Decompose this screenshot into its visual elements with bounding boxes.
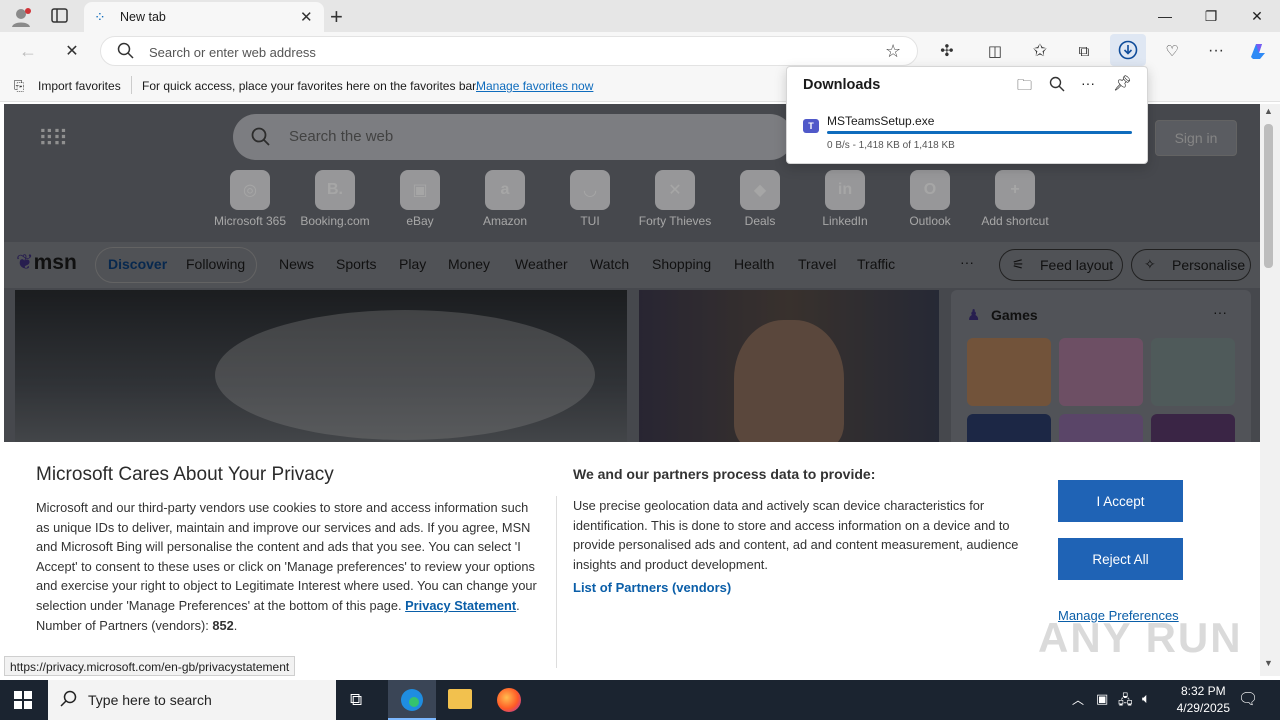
- import-favorites-button[interactable]: Import favorites: [38, 79, 121, 93]
- tab-actions-icon[interactable]: [50, 7, 70, 25]
- volume-icon[interactable]: 🔈︎: [1142, 690, 1150, 707]
- extensions-icon[interactable]: ✣: [935, 39, 959, 63]
- split-screen-icon[interactable]: ◫: [983, 39, 1007, 63]
- reject-all-button[interactable]: Reject All: [1058, 538, 1183, 580]
- taskbar: Type here to search ⧉ ︿ ▣ 🖧 🔈︎ 8:32 PM 4…: [0, 680, 1280, 720]
- minimize-button[interactable]: —: [1142, 0, 1188, 32]
- privacy-consent-banner: Microsoft Cares About Your Privacy Micro…: [4, 442, 1260, 676]
- partners-list-link[interactable]: List of Partners (vendors): [573, 580, 731, 595]
- title-bar: ⁘ New tab ✕ + — ❐ ✕: [0, 0, 1280, 32]
- network-icon[interactable]: 🖧: [1118, 691, 1133, 713]
- restore-button[interactable]: ❐: [1188, 0, 1234, 32]
- partners-count: 852: [212, 617, 234, 633]
- more-menu-icon[interactable]: ···: [1204, 39, 1228, 63]
- anyrun-watermark: ANY RUN: [1038, 614, 1243, 662]
- taskbar-search-icon: [60, 690, 78, 711]
- downloads-title: Downloads: [803, 77, 881, 93]
- privacy-body: Microsoft and our third-party vendors us…: [36, 500, 537, 633]
- favorites-divider: [131, 76, 132, 94]
- downloads-more-icon[interactable]: ···: [1081, 75, 1095, 91]
- watermark-text: ANY RUN: [1038, 614, 1243, 661]
- tab-title: New tab: [120, 10, 166, 24]
- back-icon[interactable]: ←: [16, 39, 40, 63]
- stop-loading-icon[interactable]: ✕: [60, 39, 84, 63]
- file-explorer-icon[interactable]: [448, 689, 472, 709]
- partners-count-label: Number of Partners (vendors):: [36, 617, 209, 633]
- data-purposes-title: We and our partners process data to prov…: [573, 466, 876, 482]
- notifications-icon[interactable]: 🗨︎: [1238, 689, 1258, 709]
- new-tab-button[interactable]: +: [330, 4, 343, 30]
- downloads-search-icon[interactable]: [1049, 76, 1065, 95]
- scroll-down-icon[interactable]: ▼: [1264, 658, 1273, 668]
- download-progress-bar: [827, 131, 1132, 134]
- favorite-star-icon[interactable]: ☆: [885, 41, 901, 62]
- close-tab-icon[interactable]: ✕: [300, 8, 313, 26]
- page-scrollbar[interactable]: ▲ ▼: [1260, 104, 1280, 676]
- tray-chevron-icon[interactable]: ︿: [1072, 691, 1084, 708]
- pin-icon[interactable]: 📌︎: [1113, 74, 1132, 92]
- taskbar-search-placeholder: Type here to search: [88, 692, 212, 708]
- start-button[interactable]: [14, 691, 32, 712]
- teams-file-icon: T: [803, 119, 819, 133]
- data-purposes-body: Use precise geolocation data and activel…: [573, 498, 1019, 572]
- favorites-icon[interactable]: ✩: [1028, 39, 1052, 63]
- edge-taskbar-icon[interactable]: [388, 680, 436, 720]
- scroll-thumb[interactable]: [1264, 124, 1273, 268]
- download-status: 0 B/s - 1,418 KB of 1,418 KB: [827, 140, 955, 151]
- status-url: https://privacy.microsoft.com/en-gb/priv…: [4, 656, 296, 676]
- privacy-body-text: Microsoft and our third-party vendors us…: [36, 500, 537, 613]
- address-bar[interactable]: Search or enter web address ☆: [100, 36, 918, 66]
- clock[interactable]: 8:32 PM 4/29/2025: [1177, 683, 1230, 717]
- firefox-icon[interactable]: [497, 688, 521, 712]
- collections-icon[interactable]: ⧉: [1072, 39, 1096, 63]
- import-favorites-icon: ⎘: [14, 78, 25, 93]
- accept-button[interactable]: I Accept: [1058, 480, 1183, 522]
- address-placeholder: Search or enter web address: [149, 45, 316, 60]
- tab-new-tab[interactable]: ⁘ New tab ✕: [84, 2, 324, 32]
- open-folder-icon[interactable]: 🗀: [1017, 75, 1032, 100]
- privacy-title: Microsoft Cares About Your Privacy: [36, 464, 334, 485]
- clock-time: 8:32 PM: [1180, 684, 1226, 698]
- clock-date: 4/29/2025: [1176, 701, 1230, 715]
- privacy-statement-link[interactable]: Privacy Statement: [405, 598, 516, 613]
- search-icon: [117, 42, 135, 63]
- copilot-icon[interactable]: [1246, 39, 1270, 63]
- scroll-up-icon[interactable]: ▲: [1264, 106, 1273, 116]
- downloads-flyout: Downloads 🗀 ··· 📌︎ T MSTeamsSetup.exe 0 …: [786, 66, 1148, 164]
- toolbar: ← ✕ Search or enter web address ☆ ✣ ◫ ✩ …: [0, 32, 1280, 70]
- tray-device-icon[interactable]: ▣: [1096, 691, 1108, 707]
- taskbar-search[interactable]: Type here to search: [48, 680, 336, 720]
- download-filename[interactable]: MSTeamsSetup.exe: [827, 114, 934, 128]
- task-view-icon[interactable]: ⧉: [350, 690, 362, 710]
- profile-icon[interactable]: [10, 6, 32, 28]
- favorites-hint: For quick access, place your favorites h…: [142, 79, 479, 93]
- loading-spinner-icon: ⁘: [94, 9, 106, 25]
- manage-favorites-link[interactable]: Manage favorites now: [476, 79, 593, 93]
- close-window-button[interactable]: ✕: [1234, 0, 1280, 32]
- downloads-icon[interactable]: [1110, 34, 1146, 66]
- browser-essentials-icon[interactable]: ♡: [1160, 39, 1184, 63]
- privacy-divider: [556, 496, 557, 668]
